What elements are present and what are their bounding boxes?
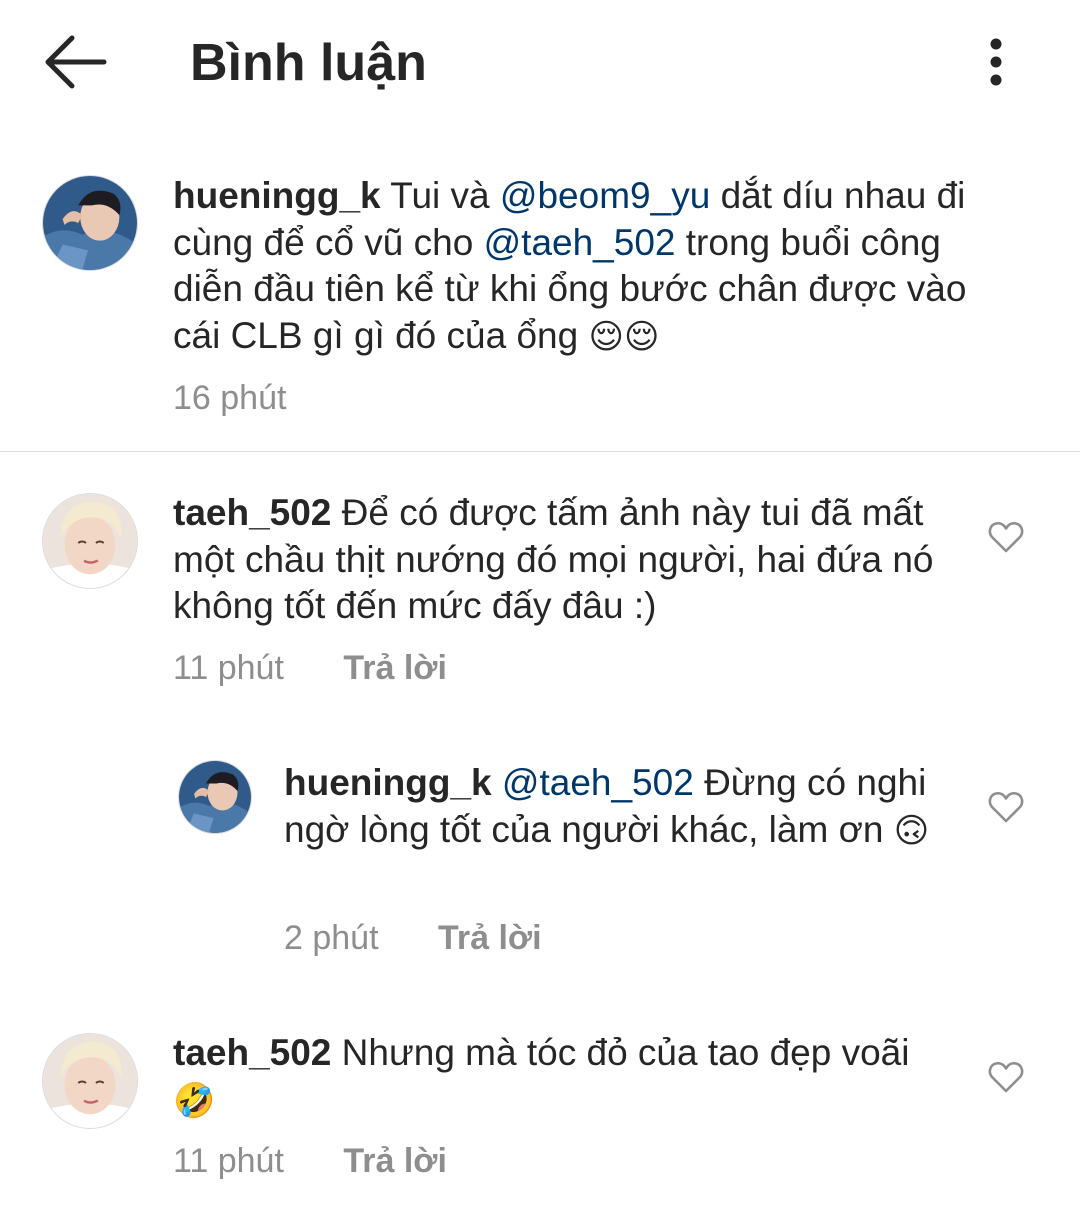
relieved-face-emoji: 😌😌 (588, 316, 660, 357)
caption-mention-taeh-502[interactable]: @taeh_502 (484, 222, 676, 263)
comment-2-timestamp: 2 phút (284, 919, 379, 957)
like-button[interactable] (988, 520, 1024, 554)
comment-3-username[interactable]: taeh_502 (173, 1032, 331, 1073)
comment-1-timestamp: 11 phút (173, 649, 284, 687)
comment-1-meta: 11 phút Trả lời (173, 648, 447, 688)
more-options-button[interactable] (968, 32, 1024, 92)
reply-button[interactable]: Trả lời (343, 1142, 447, 1180)
caption-timestamp: 16 phút (173, 379, 287, 417)
like-button[interactable] (988, 1060, 1024, 1094)
comment-3-timestamp: 11 phút (173, 1142, 284, 1180)
like-button[interactable] (988, 790, 1024, 824)
more-vertical-icon (990, 38, 1002, 86)
caption-username[interactable]: hueningg_k (173, 175, 381, 216)
avatar-image (43, 1034, 137, 1128)
page-title: Bình luận (190, 34, 427, 92)
comment-2-meta: 2 phút Trả lời (284, 918, 542, 958)
heart-icon (988, 791, 1024, 823)
caption-text: hueningg_k Tui và @beom9_yu dắt díu nhau… (173, 173, 1013, 360)
header-bar: Bình luận (0, 0, 1080, 130)
avatar-hueningg-k[interactable] (42, 175, 138, 271)
heart-icon (988, 1061, 1024, 1093)
caption-text-1: Tui và (390, 175, 490, 216)
caption-mention-beom9-yu[interactable]: @beom9_yu (500, 175, 710, 216)
rolling-laughing-emoji: 🤣 (173, 1080, 216, 1121)
comment-3-body: Nhưng mà tóc đỏ của tao đẹp voãi (341, 1032, 910, 1073)
back-button[interactable] (40, 30, 110, 94)
avatar-taeh-502[interactable] (42, 493, 138, 589)
caption-meta: 16 phút (173, 378, 286, 418)
avatar-hueningg-k[interactable] (178, 760, 252, 834)
divider (0, 451, 1080, 452)
comment-1-username[interactable]: taeh_502 (173, 492, 331, 533)
comment-3-text: taeh_502 Nhưng mà tóc đỏ của tao đẹp voã… (173, 1030, 953, 1124)
avatar-image (43, 176, 137, 270)
heart-icon (988, 521, 1024, 553)
reply-button[interactable]: Trả lời (343, 649, 447, 687)
comment-2-username[interactable]: hueningg_k (284, 762, 492, 803)
upside-down-face-emoji: 🙃 (893, 810, 930, 851)
comment-3-meta: 11 phút Trả lời (173, 1141, 447, 1181)
arrow-left-icon (45, 35, 107, 89)
reply-button[interactable]: Trả lời (438, 919, 542, 957)
avatar-image (179, 761, 251, 833)
comment-2-text: hueningg_k @taeh_502 Đừng có nghi ngờ lò… (284, 760, 954, 854)
avatar-taeh-502[interactable] (42, 1033, 138, 1129)
avatar-image (43, 494, 137, 588)
comment-1-text: taeh_502 Để có được tấm ảnh này tui đã m… (173, 490, 953, 630)
comment-2-mention[interactable]: @taeh_502 (502, 762, 694, 803)
